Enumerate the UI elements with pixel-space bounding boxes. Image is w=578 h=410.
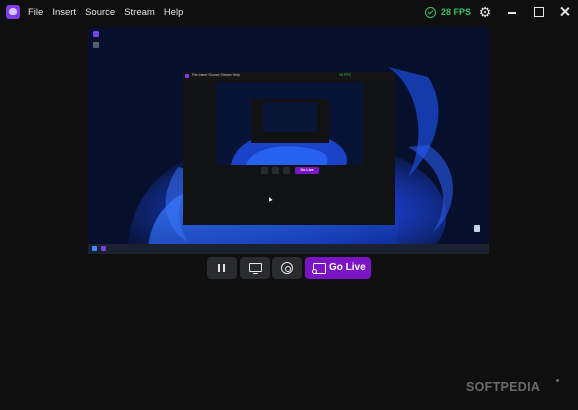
cast-icon bbox=[312, 263, 326, 274]
monitor-icon bbox=[249, 263, 262, 275]
menu-file[interactable]: File bbox=[28, 7, 43, 18]
nested-inner-preview bbox=[263, 102, 317, 132]
menu-source[interactable]: Source bbox=[85, 7, 115, 18]
taskbar-app-icon[interactable] bbox=[101, 246, 106, 251]
title-bar: File Insert Source Stream Help 28 FPS ⚙ bbox=[0, 0, 578, 24]
watermark: SOFTPEDIA bbox=[466, 380, 541, 394]
nested-inner-window bbox=[251, 99, 329, 143]
capture-button[interactable] bbox=[272, 257, 302, 279]
nested-app-logo-icon bbox=[185, 74, 189, 78]
pause-button[interactable] bbox=[207, 257, 237, 279]
gear-icon[interactable]: ⚙ bbox=[478, 5, 492, 19]
nested-capture-button bbox=[283, 167, 290, 174]
capture-preview: File Insert Source Stream Help 28 FPS Go… bbox=[88, 27, 489, 254]
watermark-dot bbox=[556, 379, 559, 382]
nested-app-window: File Insert Source Stream Help 28 FPS Go… bbox=[183, 72, 395, 225]
minimize-button[interactable] bbox=[504, 4, 520, 20]
close-button[interactable] bbox=[557, 4, 573, 20]
app-logo-icon bbox=[6, 5, 20, 19]
nested-menu: File Insert Source Stream Help bbox=[192, 73, 240, 77]
taskbar bbox=[88, 244, 489, 254]
nested-display-button bbox=[272, 167, 279, 174]
menu-help[interactable]: Help bbox=[164, 7, 184, 18]
nested-pause-button bbox=[261, 167, 268, 174]
fps-label: 28 FPS bbox=[441, 7, 472, 17]
maximize-button[interactable] bbox=[531, 4, 547, 20]
start-icon[interactable] bbox=[92, 246, 97, 251]
aperture-icon bbox=[281, 262, 293, 274]
go-live-label: Go Live bbox=[329, 262, 366, 273]
desktop-app-icon[interactable] bbox=[93, 31, 99, 37]
go-live-button[interactable]: Go Live bbox=[305, 257, 371, 279]
nested-go-live-button: Go Live bbox=[295, 167, 319, 174]
display-source-button[interactable] bbox=[240, 257, 270, 279]
menu-insert[interactable]: Insert bbox=[52, 7, 76, 18]
fps-indicator: 28 FPS bbox=[425, 6, 471, 18]
recycle-bin-icon[interactable] bbox=[474, 225, 480, 232]
menu-bar: File Insert Source Stream Help bbox=[28, 0, 192, 24]
nested-fps-label: 28 FPS bbox=[339, 73, 351, 77]
nested-preview bbox=[216, 82, 363, 165]
menu-stream[interactable]: Stream bbox=[124, 7, 155, 18]
check-circle-icon bbox=[425, 6, 436, 18]
app-window: File Insert Source Stream Help 28 FPS ⚙ bbox=[0, 0, 578, 410]
nested-title-bar: File Insert Source Stream Help 28 FPS bbox=[183, 72, 395, 80]
desktop-app-icon[interactable] bbox=[93, 42, 99, 48]
